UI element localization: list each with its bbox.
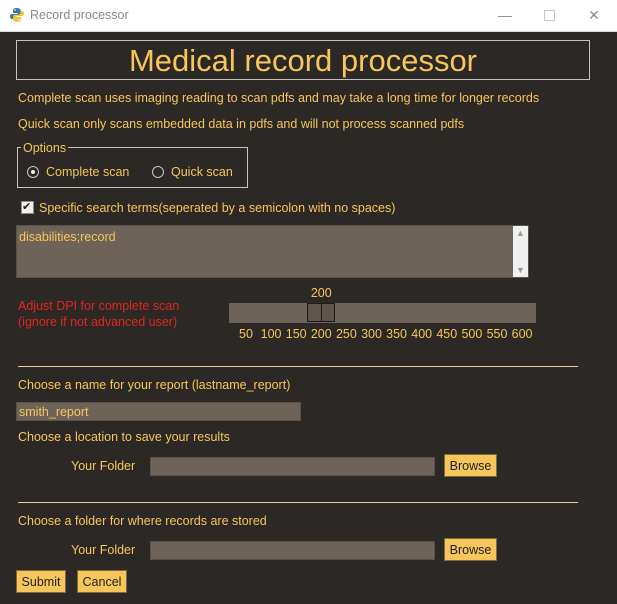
records-folder-prompt: Choose a folder for where records are st… — [18, 514, 267, 528]
save-folder-input[interactable] — [150, 457, 435, 476]
records-folder-input[interactable] — [150, 541, 435, 560]
report-name-label: Choose a name for your report (lastname_… — [18, 378, 291, 392]
page-title: Medical record processor — [128, 43, 478, 78]
minimize-button[interactable]: — — [483, 0, 527, 31]
save-location-label: Choose a location to save your results — [18, 430, 230, 444]
search-terms-textarea[interactable]: disabilities;record ▲ ▼ — [16, 225, 529, 278]
dpi-value-readout: 200 — [310, 286, 332, 300]
python-icon — [10, 8, 24, 22]
title-bar: Record processor — ✕ — [0, 0, 617, 32]
search-terms-value: disabilities;record — [19, 230, 116, 244]
complete-scan-radio[interactable] — [27, 166, 39, 178]
dpi-tick-label: 200 — [310, 327, 332, 341]
quick-scan-radio[interactable] — [152, 166, 164, 178]
cancel-button[interactable]: Cancel — [77, 570, 127, 593]
info-quick-scan: Quick scan only scans embedded data in p… — [18, 117, 465, 131]
dpi-tick-label: 250 — [335, 327, 357, 341]
dpi-tick-label: 50 — [239, 327, 253, 341]
save-folder-label: Your Folder — [71, 459, 136, 473]
maximize-button[interactable] — [527, 0, 571, 31]
save-browse-button[interactable]: Browse — [444, 454, 497, 477]
report-name-input[interactable]: smith_report — [16, 402, 301, 421]
dpi-tick-label: 450 — [436, 327, 458, 341]
app-window: Record processor — ✕ Medical record proc… — [0, 0, 617, 604]
section-divider — [18, 366, 578, 367]
scroll-down-icon[interactable]: ▼ — [513, 265, 528, 275]
dpi-slider-handle[interactable] — [307, 303, 336, 322]
records-folder-label: Your Folder — [71, 543, 136, 557]
header-banner: Medical record processor — [16, 40, 590, 80]
window-title: Record processor — [30, 8, 129, 22]
scroll-up-icon[interactable]: ▲ — [513, 228, 528, 238]
dpi-label: Adjust DPI for complete scan — [18, 299, 180, 313]
dpi-tick-label: 600 — [511, 327, 533, 341]
search-terms-label[interactable]: Specific search terms(seperated by a sem… — [39, 201, 395, 215]
search-terms-checkbox[interactable]: ✔ — [21, 201, 34, 214]
submit-button[interactable]: Submit — [16, 570, 66, 593]
dpi-tick-label: 350 — [386, 327, 408, 341]
section-divider — [18, 502, 578, 503]
quick-scan-label[interactable]: Quick scan — [171, 165, 233, 179]
dpi-tick-label: 500 — [461, 327, 483, 341]
textarea-scrollbar[interactable]: ▲ ▼ — [513, 226, 528, 277]
report-name-value: smith_report — [19, 405, 89, 419]
maximize-icon — [544, 10, 555, 21]
dpi-tick-label: 400 — [411, 327, 433, 341]
records-browse-button[interactable]: Browse — [444, 538, 497, 561]
close-button[interactable]: ✕ — [572, 0, 616, 31]
checkmark-icon: ✔ — [22, 201, 32, 213]
info-complete-scan: Complete scan uses imaging reading to sc… — [18, 91, 540, 105]
dpi-slider-track[interactable] — [229, 303, 536, 323]
dpi-tick-label: 100 — [260, 327, 282, 341]
dpi-tick-label: 150 — [285, 327, 307, 341]
complete-scan-label[interactable]: Complete scan — [46, 165, 129, 179]
options-legend: Options — [21, 141, 69, 155]
dpi-tick-label: 550 — [486, 327, 508, 341]
dpi-tick-label: 300 — [361, 327, 382, 341]
dpi-hint: (ignore if not advanced user) — [18, 315, 178, 329]
